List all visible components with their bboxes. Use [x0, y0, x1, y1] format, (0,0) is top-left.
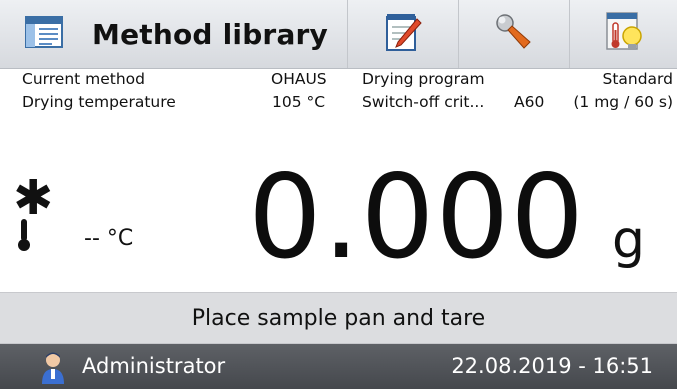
method-library-button[interactable]: Method library	[0, 0, 348, 68]
wrench-icon	[494, 12, 534, 56]
status-message: Place sample pan and tare	[191, 305, 486, 331]
weight-readout: 0.000	[248, 150, 586, 285]
stability-indicator: ✱	[13, 170, 54, 226]
thermometer-bulb-info-icon	[603, 10, 645, 58]
user-name[interactable]: Administrator	[82, 354, 225, 378]
drying-temperature-value: 105 °C	[272, 93, 326, 111]
tools-button[interactable]	[459, 0, 570, 68]
drying-program-value: Standard	[602, 70, 673, 88]
status-message-bar: Place sample pan and tare	[0, 292, 677, 344]
footer-bar: Administrator 22.08.2019 - 16:51	[0, 344, 677, 389]
page-title: Method library	[92, 17, 329, 51]
edit-notepad-icon	[383, 11, 423, 57]
info-button[interactable]	[570, 0, 677, 68]
switch-off-label: Switch-off crit...	[362, 93, 485, 111]
edit-method-button[interactable]	[348, 0, 459, 68]
date-time: 22.08.2019 - 16:51	[451, 354, 653, 378]
temperature-readout: -- °C	[84, 226, 134, 251]
drying-temperature-label: Drying temperature	[22, 93, 176, 111]
current-method-label: Current method	[22, 70, 146, 88]
top-bar: Method library	[0, 0, 677, 69]
current-method-value: OHAUS	[271, 70, 327, 88]
user-icon[interactable]	[40, 350, 66, 388]
switch-off-value: (1 mg / 60 s)	[573, 93, 673, 111]
drying-program-label: Drying program	[362, 70, 485, 88]
thermometer-icon	[17, 218, 31, 256]
weight-unit[interactable]: g	[612, 210, 645, 270]
method-library-icon	[24, 14, 64, 54]
switch-off-code: A60	[514, 93, 545, 111]
method-info-panel: Current method OHAUS Drying program Stan…	[0, 70, 677, 120]
